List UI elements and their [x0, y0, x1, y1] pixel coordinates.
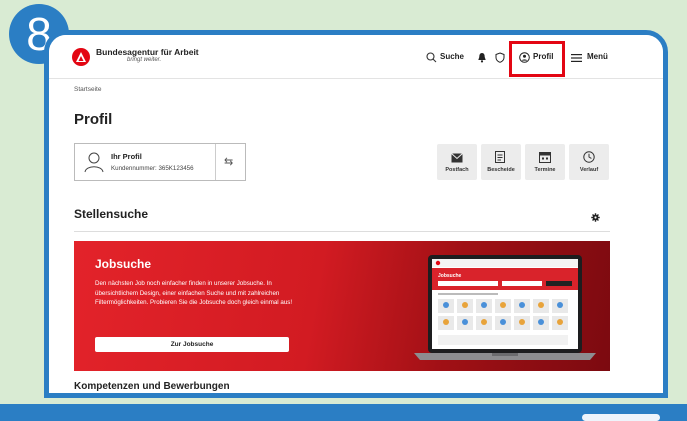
card-divider	[215, 144, 216, 180]
postfach-tile[interactable]: Postfach	[437, 144, 477, 180]
mail-icon	[451, 150, 463, 168]
jobsuche-banner: Jobsuche Den nächsten Job noch einfacher…	[74, 241, 610, 371]
agency-logo-icon[interactable]	[72, 48, 90, 66]
verlauf-label: Verlauf	[579, 167, 599, 173]
postfach-label: Postfach	[445, 167, 469, 173]
search-icon[interactable]	[426, 50, 437, 68]
banner-title: Jobsuche	[95, 257, 152, 271]
kompetenzen-heading: Kompetenzen und Bewerbungen	[74, 381, 230, 392]
switch-arrows-icon[interactable]: ⇆	[224, 155, 233, 168]
user-avatar-icon	[83, 151, 105, 178]
brand-tagline: bringt weiter.	[127, 57, 162, 63]
bottom-pill	[582, 414, 660, 421]
bescheide-tile[interactable]: Bescheide	[481, 144, 521, 180]
stellensuche-heading: Stellensuche	[74, 207, 149, 221]
zur-jobsuche-button[interactable]: Zur Jobsuche	[95, 337, 289, 352]
verlauf-tile[interactable]: Verlauf	[569, 144, 609, 180]
breadcrumb[interactable]: Startseite	[74, 86, 101, 93]
page-title: Profil	[74, 111, 113, 128]
preview-title: Jobsuche	[438, 273, 462, 279]
shield-icon[interactable]	[495, 50, 505, 68]
bescheide-label: Bescheide	[487, 167, 515, 173]
profile-card-title: Ihr Profil	[111, 152, 142, 161]
profile-card[interactable]: Ihr Profil Kundennummer: 365K123456 ⇆	[74, 143, 246, 181]
laptop-illustration: Jobsuche	[410, 253, 600, 370]
termine-label: Termine	[534, 167, 556, 173]
browser-frame: Bundesagentur für Arbeit bringt weiter. …	[44, 30, 668, 398]
hamburger-menu-icon[interactable]	[571, 50, 582, 68]
brand-name[interactable]: Bundesagentur für Arbeit	[96, 47, 199, 57]
banner-text: Den nächsten Job noch einfacher finden i…	[95, 280, 293, 307]
gear-icon[interactable]	[591, 209, 600, 227]
document-icon	[495, 150, 505, 168]
clock-icon	[583, 150, 595, 168]
menu-link[interactable]: Menü	[587, 52, 608, 61]
profil-highlight-box	[509, 41, 565, 77]
calendar-icon	[539, 150, 551, 168]
termine-tile[interactable]: Termine	[525, 144, 565, 180]
section-divider	[74, 231, 610, 232]
bell-icon[interactable]	[477, 50, 487, 68]
top-navigation-bar: Bundesagentur für Arbeit bringt weiter. …	[49, 35, 663, 79]
customer-number: Kundennummer: 365K123456	[111, 165, 194, 172]
search-link[interactable]: Suche	[440, 52, 464, 61]
